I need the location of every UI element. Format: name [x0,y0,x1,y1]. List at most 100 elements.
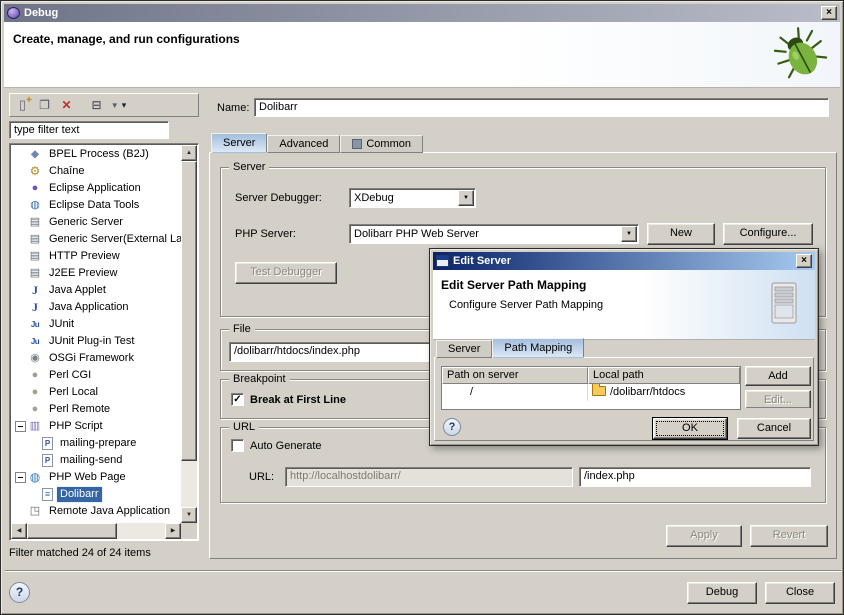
apply-button: Apply [666,525,742,547]
name-input[interactable]: Dolibarr [254,98,829,117]
auto-generate-label: Auto Generate [250,440,322,452]
scroll-right-icon[interactable] [165,523,181,539]
tree-item-label: Generic Server [46,215,126,230]
base-url-field: http://localhostdolibarr/ [285,467,573,487]
gear-icon [28,165,42,178]
tree-item-generic-server[interactable]: Generic Server [11,214,181,231]
tree-item-dolibarr[interactable]: Dolibarr [11,486,181,503]
window-titlebar[interactable]: Debug × [4,4,840,22]
vertical-scrollbar-thumb[interactable] [181,161,197,461]
duplicate-configuration-icon[interactable] [35,96,54,114]
osgi-icon [28,352,42,365]
tab-common[interactable]: Common [340,135,423,153]
tree-item-eclipse-application[interactable]: Eclipse Application [11,180,181,197]
edit-mapping-button: Edit... [745,390,811,408]
tree-item-label: Generic Server(External La [46,232,181,247]
chevron-down-icon[interactable] [621,226,637,242]
chevron-down-icon[interactable] [458,190,474,206]
tree-item-junit-plug-in-test[interactable]: JUnit Plug-in Test [11,333,181,350]
new-configuration-icon[interactable] [13,96,32,114]
tree-item-http-preview[interactable]: HTTP Preview [11,248,181,265]
tab-server[interactable]: Server [211,133,267,153]
help-button[interactable]: ? [9,582,30,603]
tree-item-java-applet[interactable]: Java Applet [11,282,181,299]
configure-server-button[interactable]: Configure... [723,223,813,245]
tree-vertical-scrollbar[interactable] [181,145,197,523]
scroll-up-icon[interactable] [181,145,197,161]
table-header: Path on server Local path [442,367,740,384]
tree-item-php-script[interactable]: PHP Script [11,418,181,435]
tree-spacer [29,455,40,466]
junit-icon [28,335,42,348]
debug-button[interactable]: Debug [687,582,757,604]
close-icon[interactable]: × [796,254,812,268]
horizontal-scrollbar-thumb[interactable] [27,523,117,539]
edit-server-titlebar[interactable]: Edit Server × [433,252,815,270]
perl-icon [28,369,42,382]
server-icon [28,250,42,263]
tree-item-perl-remote[interactable]: Perl Remote [11,401,181,418]
folder-icon [592,386,606,396]
tab-server-settings[interactable]: Server [436,340,492,358]
collapse-all-icon[interactable] [87,96,106,114]
tree-item-perl-cgi[interactable]: Perl CGI [11,367,181,384]
tree-spacer [15,217,26,228]
tree-item-java-application[interactable]: Java Application [11,299,181,316]
dialog-window-icon [436,255,449,267]
close-button[interactable]: Close [765,582,835,604]
add-mapping-button[interactable]: Add [745,366,811,386]
break-at-first-line-label: Break at First Line [250,394,346,406]
tab-advanced-label: Advanced [279,136,328,152]
tree-item-mailing-send[interactable]: mailing-send [11,452,181,469]
collapse-icon[interactable] [15,421,26,432]
server-debugger-select[interactable]: XDebug [349,188,476,208]
page-icon [42,488,53,501]
auto-generate-checkbox[interactable] [231,439,244,452]
close-icon[interactable]: × [821,6,837,20]
filter-input[interactable] [9,121,169,139]
break-at-first-line-row: Break at First Line [231,393,346,406]
filter-configurations-icon[interactable] [109,96,128,114]
tree-item-cha-ne[interactable]: Chaîne [11,163,181,180]
tree-item-junit[interactable]: JUnit [11,316,181,333]
tree-item-label: JUnit [46,317,77,332]
column-path-on-server[interactable]: Path on server [442,367,588,384]
server-debugger-label: Server Debugger: [235,192,322,204]
tree-item-eclipse-data-tools[interactable]: Eclipse Data Tools [11,197,181,214]
debug-configurations-window: Debug × Create, manage, and run configur… [0,0,844,615]
tree-spacer [15,285,26,296]
url-group-title: URL [229,421,259,433]
tree-item-j2ee-preview[interactable]: J2EE Preview [11,265,181,282]
tree-item-bpel-process-b2j[interactable]: BPEL Process (B2J) [11,146,181,163]
column-local-path[interactable]: Local path [588,367,740,384]
dialog-help-button[interactable]: ? [443,418,461,436]
footer-separator [5,570,841,572]
tree-item-perl-local[interactable]: Perl Local [11,384,181,401]
tab-advanced[interactable]: Advanced [267,135,340,153]
tree-horizontal-scrollbar[interactable] [11,523,181,539]
mapping-row[interactable]: / /dolibarr/htdocs [442,384,740,401]
scroll-down-icon[interactable] [181,507,197,523]
url-path-value: /index.php [584,470,635,482]
delete-configuration-icon[interactable] [57,96,76,114]
new-server-button[interactable]: New [647,223,715,245]
window-title: Debug [24,7,821,19]
url-path-input[interactable]: /index.php [579,467,811,487]
cancel-button[interactable]: Cancel [737,418,811,439]
php-server-select[interactable]: Dolibarr PHP Web Server [349,224,639,244]
tree-spacer [15,234,26,245]
edit-server-heading: Edit Server Path Mapping [441,278,586,292]
tree-item-remote-java-application[interactable]: Remote Java Application [11,503,181,520]
tree-item-generic-server-external-la[interactable]: Generic Server(External La [11,231,181,248]
collapse-icon[interactable] [15,472,26,483]
ok-button[interactable]: OK [653,418,727,439]
scroll-left-icon[interactable] [11,523,27,539]
tree-item-mailing-prepare[interactable]: mailing-prepare [11,435,181,452]
tree-item-osgi-framework[interactable]: OSGi Framework [11,350,181,367]
php-server-label: PHP Server: [235,228,296,240]
tab-path-mapping[interactable]: Path Mapping [492,338,584,358]
server-group-title: Server [229,161,269,173]
tree-item-php-web-page[interactable]: PHP Web Page [11,469,181,486]
break-at-first-line-checkbox[interactable] [231,393,244,406]
server-path-cell: / [442,384,588,401]
